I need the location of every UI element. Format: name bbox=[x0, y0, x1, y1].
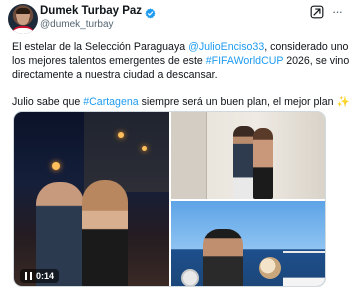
verified-badge-icon[interactable] bbox=[145, 6, 156, 18]
video-light bbox=[142, 146, 147, 151]
mention-link[interactable]: @JulioEnciso33 bbox=[188, 41, 264, 53]
text-segment: directamente a nuestra ciudad a descansa… bbox=[12, 69, 218, 81]
sparkles-emoji: ✨ bbox=[336, 96, 350, 108]
avatar-hair bbox=[16, 8, 30, 14]
author-display-name[interactable]: Dumek Turbay Paz bbox=[40, 5, 142, 17]
photo-person bbox=[253, 128, 273, 199]
tweet-paragraph-2: Julio sabe que #Cartagena siempre será u… bbox=[12, 95, 350, 109]
more-options-icon[interactable]: ··· bbox=[332, 5, 343, 18]
video-light bbox=[118, 132, 124, 138]
tweet-card[interactable]: Dumek Turbay Paz @dumek_turbay ··· El es… bbox=[0, 0, 350, 293]
tweet-text: El estelar de la Selección Paraguaya @Ju… bbox=[12, 40, 350, 122]
author-name-row: Dumek Turbay Paz bbox=[40, 5, 156, 18]
text-segment: , considerado uno de bbox=[264, 41, 350, 53]
text-segment: 2026, se vino bbox=[283, 55, 350, 67]
pause-icon[interactable] bbox=[25, 272, 32, 280]
avatar[interactable] bbox=[8, 4, 38, 34]
video-player[interactable]: 0:14 bbox=[14, 112, 169, 286]
photo-door bbox=[171, 112, 207, 199]
photo-boat-rail bbox=[283, 251, 325, 286]
photo-person bbox=[233, 126, 255, 199]
photo-boat-sea[interactable] bbox=[171, 201, 325, 286]
text-segment: los mejores talentos emergentes de este bbox=[12, 55, 206, 67]
photo-person bbox=[203, 229, 243, 286]
text-segment: El estelar de la Selección Paraguaya bbox=[12, 41, 189, 53]
tweet-actions-top: ··· bbox=[310, 5, 343, 19]
video-controls[interactable]: 0:14 bbox=[20, 269, 60, 283]
photo-gauge bbox=[181, 269, 199, 286]
media-grid: 0:14 bbox=[13, 111, 326, 287]
grok-icon[interactable] bbox=[310, 5, 324, 19]
text-segment: Julio sabe que bbox=[12, 96, 84, 108]
photo-ball bbox=[259, 257, 281, 279]
video-person bbox=[82, 180, 128, 286]
hashtag-link[interactable]: #FIFAWorldCUP bbox=[206, 55, 284, 67]
tweet-paragraph-1: El estelar de la Selección Paraguaya @Ju… bbox=[12, 40, 350, 82]
hashtag-link[interactable]: #Cartagena bbox=[83, 96, 138, 108]
video-light bbox=[52, 162, 60, 170]
text-segment: siempre será un buen plan, el mejor plan bbox=[138, 96, 337, 108]
photo-couple-wall[interactable] bbox=[171, 112, 325, 199]
video-timestamp: 0:14 bbox=[36, 271, 55, 281]
avatar-shirt bbox=[11, 26, 35, 34]
author-handle[interactable]: @dumek_turbay bbox=[40, 19, 114, 30]
